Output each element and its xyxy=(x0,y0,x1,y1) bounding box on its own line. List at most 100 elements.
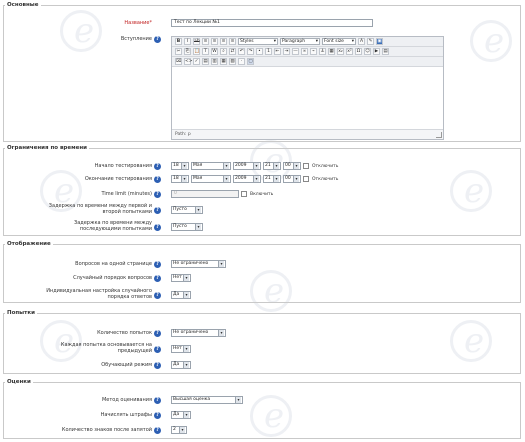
paragraph-dropdown[interactable]: Paragraph ▾ xyxy=(280,38,320,45)
paste-word-icon[interactable]: W xyxy=(211,48,218,55)
help-icon[interactable]: ? xyxy=(154,163,161,170)
open-disable-label: Отключить xyxy=(312,163,339,169)
help-icon[interactable]: ? xyxy=(154,330,161,337)
timelimit-enable-checkbox[interactable] xyxy=(241,191,247,197)
unlink-icon[interactable]: ⌁ xyxy=(310,48,317,55)
build-on-last-select[interactable]: Нет ▾ xyxy=(171,345,191,353)
split-cells-icon[interactable]: ▧ xyxy=(229,58,236,65)
html-source-icon[interactable]: <> xyxy=(184,58,193,65)
open-day-select[interactable]: 18 ▾ xyxy=(171,162,189,170)
cleanup-icon[interactable]: ⌧ xyxy=(175,58,182,65)
help-icon[interactable]: ? xyxy=(154,412,161,419)
highlight-color-icon[interactable]: ✎ xyxy=(367,38,374,45)
attempt-count-label: Количество попыток xyxy=(97,330,152,336)
font-size-dropdown[interactable]: Font size ▾ xyxy=(322,38,356,45)
indent-icon[interactable]: ⇥ xyxy=(283,48,290,55)
open-minute-select[interactable]: 00 ▾ xyxy=(283,162,301,170)
image-icon[interactable]: ▦ xyxy=(328,48,335,55)
anchor-icon[interactable]: ⚓ xyxy=(319,48,326,55)
editor-content[interactable] xyxy=(172,68,443,129)
italic-icon[interactable]: I xyxy=(184,38,191,45)
penalty-select[interactable]: Да ▾ xyxy=(171,411,191,419)
grades-legend: Оценки xyxy=(7,379,31,385)
table-icon[interactable]: ▤ xyxy=(382,48,389,55)
merge-cells-icon[interactable]: ▦ xyxy=(220,58,227,65)
table-row-icon[interactable]: ▤ xyxy=(202,58,209,65)
help-icon[interactable]: ? xyxy=(154,191,161,198)
help-icon[interactable]: ? xyxy=(154,346,161,353)
help-icon[interactable]: ? xyxy=(154,224,161,231)
cut-icon[interactable]: ✂ xyxy=(175,48,182,55)
fullscreen-icon[interactable]: ▣ xyxy=(376,38,383,45)
open-month-value: Мая xyxy=(193,163,203,168)
align-right-icon[interactable]: ≡ xyxy=(220,38,227,45)
intro-editor[interactable]: B I ab ≡ ≡ ≡ ≡ Styles ▾ Paragraph ▾ Font s… xyxy=(171,36,444,140)
bold-icon[interactable]: B xyxy=(175,38,182,45)
strikethrough-icon[interactable]: ab xyxy=(193,38,200,45)
replace-icon[interactable]: ⇄ xyxy=(229,48,236,55)
shuffle-questions-select[interactable]: Нет ▾ xyxy=(171,274,191,282)
align-justify-icon[interactable]: ≡ xyxy=(229,38,236,45)
open-disable-checkbox[interactable] xyxy=(303,163,309,169)
table-col-icon[interactable]: ▥ xyxy=(211,58,218,65)
resize-grip-icon[interactable] xyxy=(436,132,442,138)
close-disable-checkbox[interactable] xyxy=(303,176,309,182)
open-month-select[interactable]: Мая ▾ xyxy=(191,162,231,170)
horizontal-rule-icon[interactable]: — xyxy=(292,48,299,55)
emoticon-icon[interactable]: ☺ xyxy=(364,48,371,55)
adaptive-select[interactable]: Да ▾ xyxy=(171,361,191,369)
decimals-select[interactable]: 2 ▾ xyxy=(171,426,187,434)
omega-icon[interactable]: Ω xyxy=(355,48,362,55)
spellcheck-icon[interactable]: ✓ xyxy=(193,58,200,65)
copy-icon[interactable]: ⎘ xyxy=(184,48,191,55)
name-label: Название* xyxy=(124,20,152,26)
help-icon[interactable]: ? xyxy=(154,176,161,183)
shuffle-answers-select[interactable]: Да ▾ xyxy=(171,291,191,299)
number-list-icon[interactable]: 1 xyxy=(265,48,272,55)
help-icon[interactable]: ? xyxy=(154,261,161,268)
chevron-down-icon: ▾ xyxy=(253,163,259,169)
help-icon[interactable]: ? xyxy=(154,427,161,434)
paste-icon[interactable]: 📋 xyxy=(193,48,200,55)
styles-dropdown[interactable]: Styles ▾ xyxy=(238,38,278,45)
text-color-icon[interactable]: A xyxy=(358,38,365,45)
help-icon[interactable]: ? xyxy=(154,207,161,214)
find-icon[interactable]: ⌕ xyxy=(220,48,227,55)
help-icon[interactable]: ? xyxy=(154,292,161,299)
subscript-icon[interactable]: x₂ xyxy=(337,48,344,55)
close-day-select[interactable]: 18 ▾ xyxy=(171,175,189,183)
media-icon[interactable]: ▶ xyxy=(373,48,380,55)
nonbreaking-icon[interactable]: · xyxy=(238,58,245,65)
close-month-select[interactable]: Мая ▾ xyxy=(191,175,231,183)
superscript-icon[interactable]: x² xyxy=(346,48,353,55)
timelimit-input[interactable]: 0 xyxy=(171,190,239,198)
per-page-select[interactable]: Не ограничено ▾ xyxy=(171,260,226,268)
open-year-select[interactable]: 2009 ▾ xyxy=(233,162,261,170)
attempt-count-select[interactable]: Не ограничено ▾ xyxy=(171,329,226,337)
close-year-value: 2009 xyxy=(235,176,247,181)
close-day-value: 18 xyxy=(173,176,179,181)
help-icon[interactable]: ? xyxy=(154,362,161,369)
outdent-icon[interactable]: ⇤ xyxy=(274,48,281,55)
redo-icon[interactable]: ↷ xyxy=(247,48,254,55)
help-icon[interactable]: ? xyxy=(154,36,161,43)
bullet-list-icon[interactable]: • xyxy=(256,48,263,55)
help-icon[interactable]: ? xyxy=(154,275,161,282)
close-minute-select[interactable]: 00 ▾ xyxy=(283,175,301,183)
grade-method-select[interactable]: Высшая оценка ▾ xyxy=(171,396,243,404)
font-size-dropdown-label: Font size xyxy=(324,39,344,44)
align-center-icon[interactable]: ≡ xyxy=(211,38,218,45)
visual-aid-icon[interactable]: ▢ xyxy=(247,58,254,65)
chevron-down-icon: ▾ xyxy=(179,427,185,433)
name-input[interactable]: Тест по Лекции №1 xyxy=(171,19,373,27)
delay12-select[interactable]: Пусто ▾ xyxy=(171,206,203,214)
open-hour-select[interactable]: 21 ▾ xyxy=(263,162,281,170)
close-year-select[interactable]: 2009 ▾ xyxy=(233,175,261,183)
undo-icon[interactable]: ↶ xyxy=(238,48,245,55)
align-left-icon[interactable]: ≡ xyxy=(202,38,209,45)
link-icon[interactable]: ∞ xyxy=(301,48,308,55)
close-hour-select[interactable]: 21 ▾ xyxy=(263,175,281,183)
paste-text-icon[interactable]: T xyxy=(202,48,209,55)
help-icon[interactable]: ? xyxy=(154,397,161,404)
delay-later-select[interactable]: Пусто ▾ xyxy=(171,223,203,231)
